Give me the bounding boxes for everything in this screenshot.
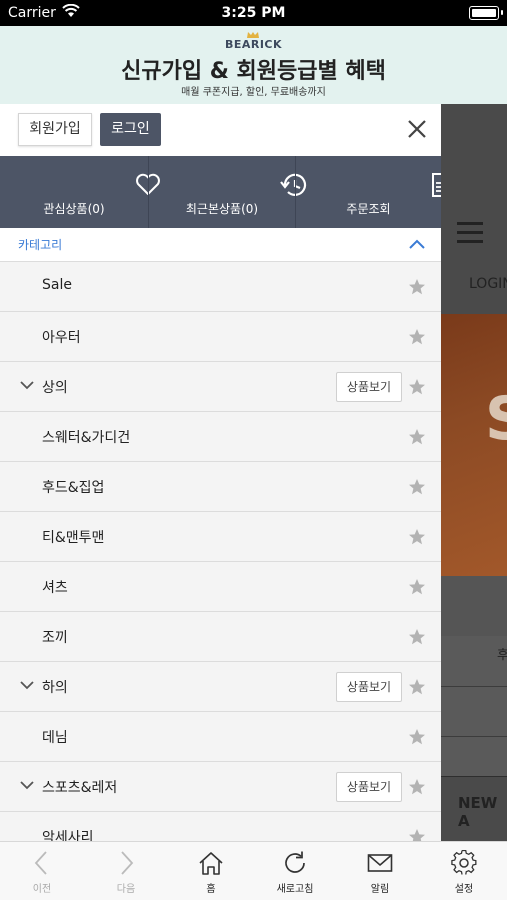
category-item-denim[interactable]: 데님 xyxy=(0,712,441,762)
category-label: 조끼 xyxy=(42,630,68,646)
background-login-text: LOGIN xyxy=(469,276,507,292)
banner-subtitle: 매월 쿠폰지급, 할인, 무료배송까지 xyxy=(181,87,326,98)
category-label: 상의 xyxy=(42,380,68,396)
star-icon[interactable] xyxy=(408,628,426,646)
forward-icon xyxy=(121,851,134,875)
category-item-tops[interactable]: 상의 상품보기 xyxy=(0,362,441,412)
category-header[interactable]: 카테고리 xyxy=(0,228,441,262)
tab-label: 새로고침 xyxy=(276,884,314,895)
star-icon[interactable] xyxy=(408,678,426,696)
star-icon[interactable] xyxy=(408,328,426,346)
star-icon[interactable] xyxy=(408,578,426,596)
category-header-label: 카테고리 xyxy=(18,238,63,252)
category-item-tee[interactable]: 티&맨투맨 xyxy=(0,512,441,562)
tab-refresh[interactable]: 새로고침 xyxy=(253,842,337,900)
bottom-tab-bar: 이전 다음 홈 새로고침 알림 설정 xyxy=(0,841,507,900)
close-icon[interactable] xyxy=(404,116,430,142)
category-item-bottoms[interactable]: 하의 상품보기 xyxy=(0,662,441,712)
hero-letter: S xyxy=(485,384,507,454)
chevron-up-icon[interactable] xyxy=(409,239,425,249)
quick-link-label: 주문조회 xyxy=(346,202,391,216)
tab-label: 이전 xyxy=(32,884,52,895)
star-icon[interactable] xyxy=(408,278,426,296)
category-label: Sale xyxy=(42,277,72,293)
background-page-overlay[interactable]: LOGIN S 후 NEW A xyxy=(441,104,507,841)
tab-label: 알림 xyxy=(370,884,390,895)
chevron-down-icon[interactable] xyxy=(20,381,34,390)
category-label: 하의 xyxy=(42,680,68,696)
category-item-accessories[interactable]: 악세사리 xyxy=(0,812,441,841)
quick-link-recent[interactable]: 최근본상품(0) xyxy=(149,156,307,228)
star-icon[interactable] xyxy=(408,728,426,746)
category-label: 데님 xyxy=(42,730,68,746)
background-strip xyxy=(441,576,507,636)
quick-link-label: 관심상품(0) xyxy=(43,202,105,216)
refresh-icon xyxy=(285,851,305,873)
quick-link-orders[interactable]: 주문조회 xyxy=(296,156,441,228)
auth-row: 회원가입 로그인 xyxy=(0,104,441,156)
view-products-button[interactable]: 상품보기 xyxy=(336,772,402,802)
tab-notifications[interactable]: 알림 xyxy=(338,842,422,900)
category-label: 티&맨투맨 xyxy=(42,530,105,546)
category-item-sweater[interactable]: 스웨터&가디건 xyxy=(0,412,441,462)
tab-home[interactable]: 홈 xyxy=(169,842,253,900)
quick-link-label: 최근본상품(0) xyxy=(185,202,259,216)
category-item-outer[interactable]: 아우터 xyxy=(0,312,441,362)
clock: 3:25 PM xyxy=(221,5,286,21)
quick-link-wishlist[interactable]: 관심상품(0) xyxy=(0,156,160,228)
side-drawer: 회원가입 로그인 관심상품(0) 최근본상품(0) 주문조회 카테고리 Sale… xyxy=(0,104,441,841)
promo-banner[interactable]: BEARICK 신규가입 & 회원등급별 혜택 매월 쿠폰지급, 할인, 무료배… xyxy=(0,26,507,104)
star-icon[interactable] xyxy=(408,528,426,546)
star-icon[interactable] xyxy=(408,478,426,496)
chevron-down-icon[interactable] xyxy=(20,781,34,790)
view-products-button[interactable]: 상품보기 xyxy=(336,672,402,702)
background-divider xyxy=(441,776,507,777)
category-label: 악세사리 xyxy=(42,830,94,841)
category-item-hoodie[interactable]: 후드&집업 xyxy=(0,462,441,512)
background-hero-image: S xyxy=(441,314,507,576)
quick-links: 관심상품(0) 최근본상품(0) 주문조회 xyxy=(0,156,441,228)
tab-label: 설정 xyxy=(454,884,474,895)
home-icon xyxy=(199,852,223,875)
star-icon[interactable] xyxy=(408,428,426,446)
tab-settings[interactable]: 설정 xyxy=(422,842,506,900)
tab-label: 홈 xyxy=(206,884,216,895)
category-label: 스웨터&가디건 xyxy=(42,430,131,446)
category-item-sale[interactable]: Sale xyxy=(0,262,441,312)
category-item-shirts[interactable]: 셔츠 xyxy=(0,562,441,612)
background-section-title: NEW A xyxy=(458,794,498,830)
category-label: 후드&집업 xyxy=(42,480,105,496)
tab-back[interactable]: 이전 xyxy=(0,842,84,900)
status-bar: Carrier 3:25 PM xyxy=(0,0,507,26)
battery-icon xyxy=(469,6,503,20)
category-item-sports[interactable]: 스포츠&레저 상품보기 xyxy=(0,762,441,812)
brand-logo: BEARICK xyxy=(224,38,283,51)
view-products-button[interactable]: 상품보기 xyxy=(336,372,402,402)
star-icon[interactable] xyxy=(408,378,426,396)
join-button[interactable]: 회원가입 xyxy=(18,113,92,146)
category-label: 스포츠&레저 xyxy=(42,780,118,796)
category-item-vest[interactable]: 조끼 xyxy=(0,612,441,662)
login-button[interactable]: 로그인 xyxy=(100,113,161,146)
settings-icon xyxy=(451,850,477,875)
menu-icon xyxy=(457,222,483,244)
chevron-down-icon[interactable] xyxy=(20,681,34,690)
tab-label: 다음 xyxy=(116,884,136,895)
background-partial-text: 후 xyxy=(497,648,507,663)
category-label: 셔츠 xyxy=(42,580,68,596)
star-icon[interactable] xyxy=(408,828,426,841)
star-icon[interactable] xyxy=(408,778,426,796)
tab-forward[interactable]: 다음 xyxy=(84,842,168,900)
mail-icon xyxy=(367,854,393,872)
category-label: 아우터 xyxy=(42,330,81,346)
document-icon xyxy=(431,173,441,197)
banner-title: 신규가입 & 회원등급별 혜택 xyxy=(121,59,386,84)
back-icon xyxy=(34,851,47,875)
